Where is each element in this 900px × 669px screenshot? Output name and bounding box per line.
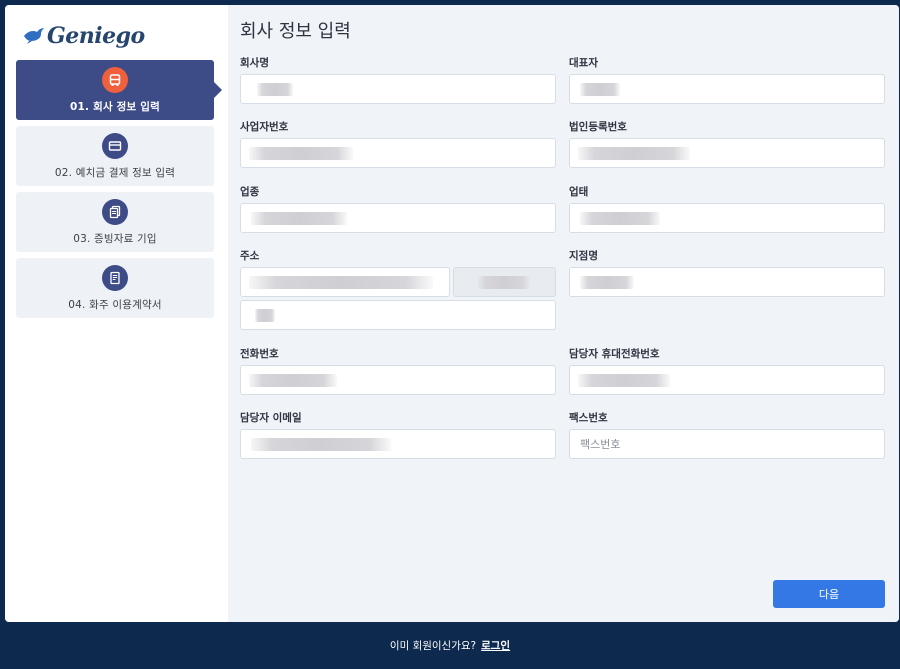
- form-panel: 회사 정보 입력 회사명 대표자 사업자번호 법인등록번호 업종 업태 주소 지…: [228, 5, 899, 622]
- redacted-value: [580, 276, 634, 289]
- step-label: 01. 회사 정보 입력: [70, 101, 160, 113]
- company-name-label: 회사명: [240, 57, 269, 69]
- address-label: 주소: [240, 250, 260, 262]
- redacted-value: [249, 276, 433, 289]
- redacted-value: [251, 438, 391, 451]
- redacted-value: [580, 83, 620, 96]
- redacted-value: [249, 374, 337, 387]
- next-button[interactable]: 다음: [773, 580, 885, 608]
- redacted-value: [255, 309, 275, 322]
- card-icon: [102, 133, 128, 159]
- phone-label: 전화번호: [240, 348, 279, 360]
- manager-mobile-field[interactable]: [569, 365, 885, 395]
- redacted-value: [478, 276, 530, 289]
- redacted-value: [578, 147, 690, 160]
- address-detail-field[interactable]: [240, 300, 556, 330]
- logo: Geniego: [23, 19, 145, 53]
- redacted-value: [580, 212, 660, 225]
- logo-text: Geniego: [47, 23, 145, 49]
- address-detail-input[interactable]: [241, 301, 555, 329]
- signup-window: Geniego 01. 회사 정보 입력 02. 예치금 결제 정보 입력 03…: [5, 5, 899, 622]
- footer: 이미 회원이신가요? 로그인: [0, 622, 900, 669]
- step-label: 02. 예치금 결제 정보 입력: [54, 167, 176, 179]
- step-deposit-payment[interactable]: 02. 예치금 결제 정보 입력: [16, 126, 214, 186]
- step-contract[interactable]: 04. 화주 이용계약서: [16, 258, 214, 318]
- step-list: 01. 회사 정보 입력 02. 예치금 결제 정보 입력 03. 증빙자료 기…: [16, 60, 222, 324]
- business-number-label: 사업자번호: [240, 121, 289, 133]
- manager-mobile-label: 담당자 휴대전화번호: [569, 348, 660, 360]
- business-type-label: 업종: [240, 186, 260, 198]
- representative-field[interactable]: [569, 74, 885, 104]
- phone-field[interactable]: [240, 365, 556, 395]
- address-field[interactable]: [240, 267, 450, 297]
- representative-label: 대표자: [569, 57, 598, 69]
- postal-code-field[interactable]: [453, 267, 556, 297]
- redacted-value: [257, 83, 293, 96]
- login-link[interactable]: 로그인: [481, 638, 510, 653]
- fax-field[interactable]: [569, 429, 885, 459]
- page-title: 회사 정보 입력: [240, 21, 351, 42]
- step-label: 03. 증빙자료 기입: [73, 233, 157, 245]
- fax-input[interactable]: [570, 430, 884, 458]
- branch-name-label: 지점명: [569, 250, 598, 262]
- business-item-field[interactable]: [569, 203, 885, 233]
- bus-icon: [102, 67, 128, 93]
- business-item-label: 업태: [569, 186, 589, 198]
- contract-icon: [102, 265, 128, 291]
- step-evidence[interactable]: 03. 증빙자료 기입: [16, 192, 214, 252]
- branch-name-field[interactable]: [569, 267, 885, 297]
- step-label: 04. 화주 이용계약서: [68, 299, 162, 311]
- redacted-value: [249, 147, 353, 160]
- corp-reg-number-label: 법인등록번호: [569, 121, 627, 133]
- redacted-value: [251, 212, 347, 225]
- company-name-field[interactable]: [240, 74, 556, 104]
- redacted-value: [578, 374, 670, 387]
- sidebar: Geniego 01. 회사 정보 입력 02. 예치금 결제 정보 입력 03…: [5, 5, 228, 622]
- fax-label: 팩스번호: [569, 412, 608, 424]
- business-type-field[interactable]: [240, 203, 556, 233]
- login-prompt: 이미 회원이신가요?: [389, 640, 477, 652]
- manager-email-label: 담당자 이메일: [240, 412, 302, 424]
- business-number-field[interactable]: [240, 138, 556, 168]
- corp-reg-number-field[interactable]: [569, 138, 885, 168]
- bird-icon: [24, 28, 44, 44]
- manager-email-field[interactable]: [240, 429, 556, 459]
- step-company-info[interactable]: 01. 회사 정보 입력: [16, 60, 222, 120]
- documents-icon: [102, 199, 128, 225]
